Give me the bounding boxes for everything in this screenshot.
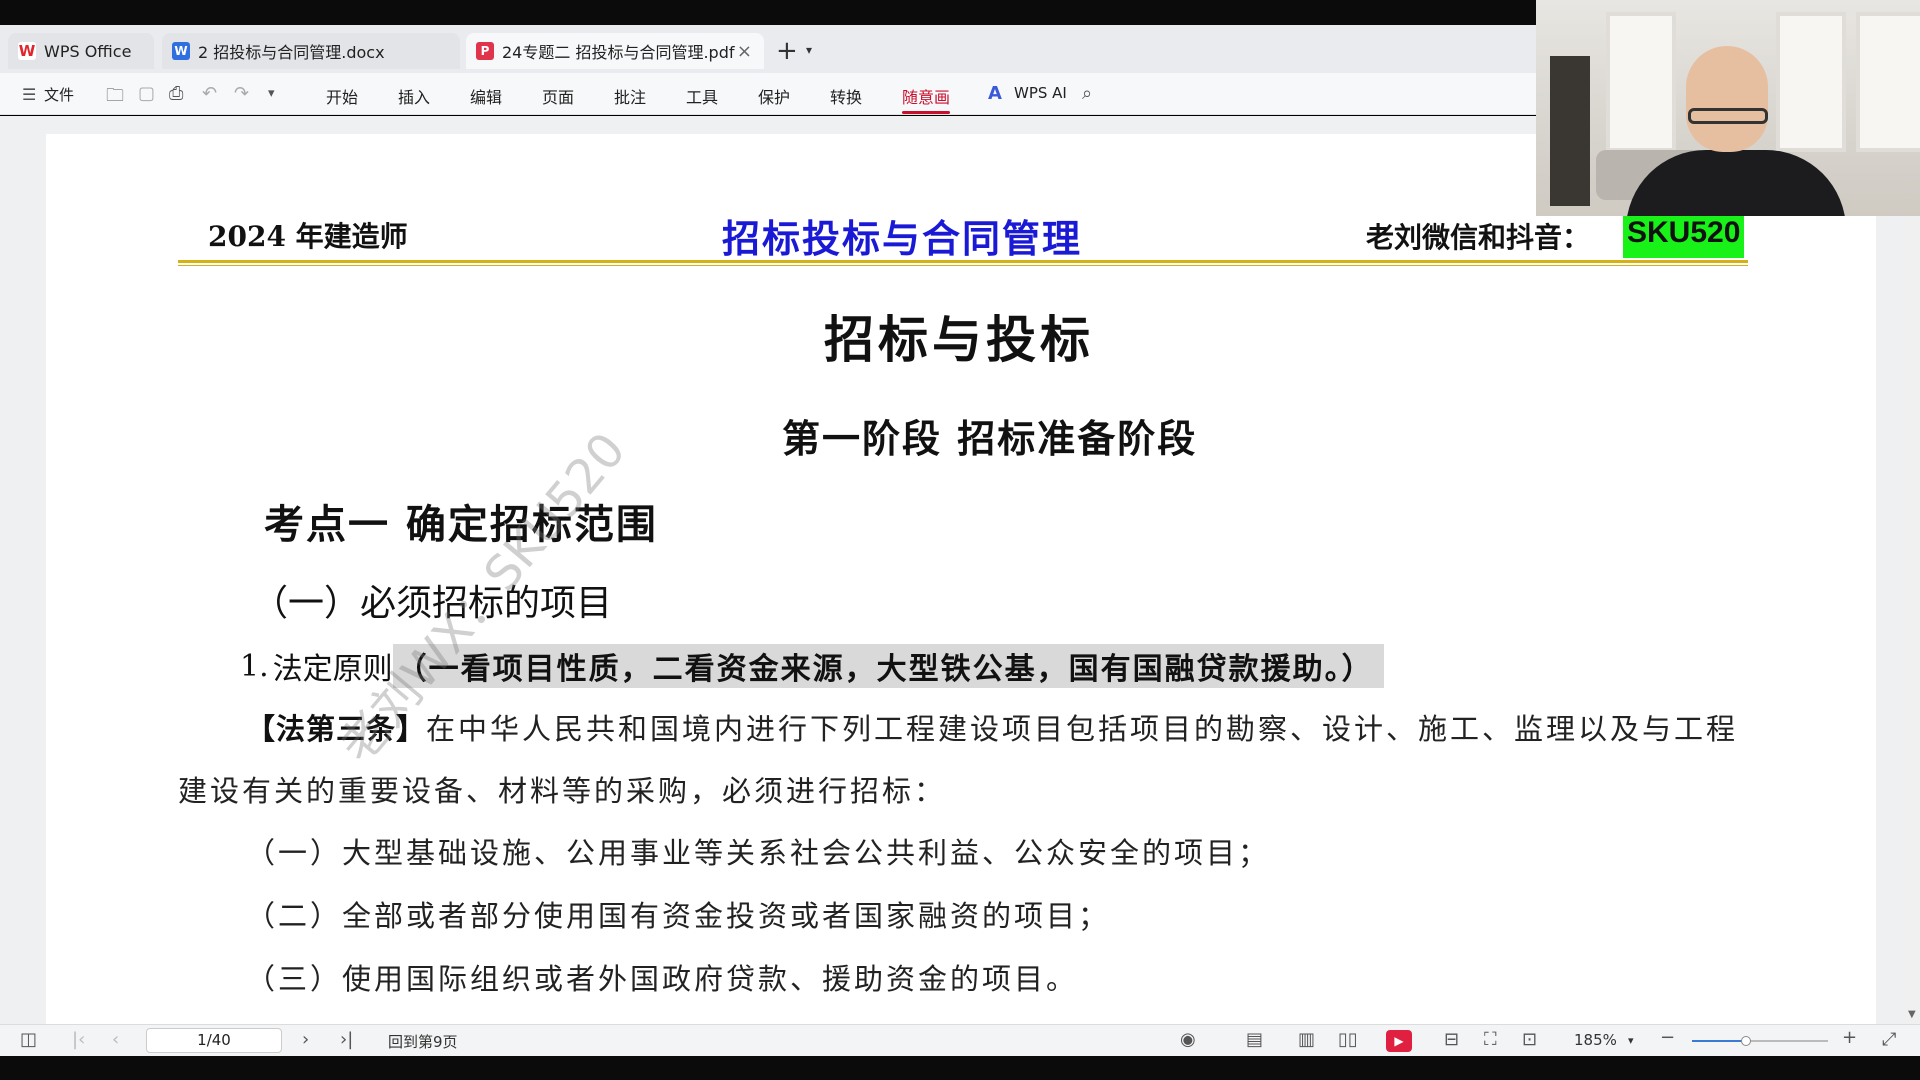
menu-annotate[interactable]: 批注 [614,84,646,108]
pdf-doc-icon: P [476,42,494,60]
first-page-icon[interactable]: |‹ [72,1029,85,1050]
word-doc-icon: W [172,42,190,60]
article-line-2: 建设有关的重要设备、材料等的采购，必须进行招标： [178,774,947,808]
hamburger-icon[interactable]: ☰ [22,85,36,104]
page-indicator[interactable]: 1/40 [146,1028,282,1053]
menu-start[interactable]: 开始 [326,84,358,108]
article-text-1: 在中华人民共和国境内进行下列工程建设项目包括项目的勘察、设计、施工、监理以及与工… [426,712,1739,746]
chevron-down-icon[interactable]: ▾ [1628,1034,1634,1047]
close-icon[interactable]: × [737,41,752,62]
tab-label: 2 招投标与合同管理.docx [198,43,385,62]
list-item: （三）使用国际组织或者外国政府贷款、援助资金的项目。 [246,962,1079,996]
tab-label: WPS Office [44,41,132,61]
menu-tools[interactable]: 工具 [686,84,718,108]
header-title: 招标投标与合同管理 [722,216,1083,261]
status-bar: ◫ |‹ ‹ 1/40 › ›| 回到第9页 ◉ ▤ ▥ ▯▯ ▶ ⊟ ⛶ ⊡ … [0,1024,1920,1056]
list-item: （一）大型基础设施、公用事业等关系社会公共利益、公众安全的项目； [246,836,1271,870]
presenter-head [1686,46,1768,152]
fullscreen-icon[interactable]: ⤢ [1882,1029,1896,1050]
rule-highlight: （一看项目性质，二看资金来源，大型铁公基，国有国融贷款援助。） [392,644,1384,688]
folder-icon[interactable]: 🗀 [106,83,124,113]
save-icon[interactable]: ▢ [138,83,155,104]
wps-ai-icon: A [988,83,1002,104]
presenter-glasses [1688,108,1768,124]
background-window [1776,12,1846,152]
header-rule-thin [178,265,1748,266]
single-page-icon[interactable]: ▤ [1246,1029,1263,1050]
redo-icon[interactable]: ↷ [234,83,249,104]
fit-width-icon[interactable]: ⊟ [1444,1029,1459,1050]
bottom-black-bar [0,1056,1920,1080]
menu-convert[interactable]: 转换 [830,84,862,108]
zoom-out-icon[interactable]: − [1660,1027,1675,1048]
undo-icon[interactable]: ↶ [202,83,217,104]
zoom-slider-handle[interactable] [1741,1036,1752,1046]
stage-heading: 第一阶段 招标准备阶段 [782,416,1198,461]
tab-wps-office[interactable]: W WPS Office [8,33,154,69]
chevron-down-icon[interactable]: ▾ [806,43,812,57]
header-code: SKU520 [1623,214,1745,258]
menu-edit[interactable]: 编辑 [470,84,502,108]
fit-page-icon[interactable]: ⛶ [1484,1029,1497,1050]
last-page-icon[interactable]: ›| [340,1029,353,1050]
zoom-slider[interactable] [1692,1036,1828,1046]
menu-freehand[interactable]: 随意画 [902,84,951,114]
zoom-level[interactable]: 185% [1574,1031,1617,1049]
zoom-slider-fill [1692,1040,1747,1042]
tab-pdf[interactable]: P 24专题二 招投标与合同管理.pdf × [466,33,764,69]
vertical-scrollbar[interactable]: ▼ [1904,116,1920,1024]
rule-number: 1. [240,648,269,684]
tab-label: 24专题二 招投标与合同管理.pdf [502,43,735,62]
search-icon[interactable]: ⌕ [1082,83,1092,104]
webcam-overlay [1536,0,1920,216]
continuous-page-icon[interactable]: ▥ [1298,1029,1315,1050]
two-page-icon[interactable]: ▯▯ [1338,1029,1358,1050]
menu-page[interactable]: 页面 [542,84,574,108]
wps-ai-button[interactable]: WPS AI [1014,84,1067,102]
list-item: （二）全部或者部分使用国有资金投资或者国家融资的项目； [246,899,1111,933]
bookmark-view-icon[interactable]: ⊡ [1522,1029,1537,1050]
wps-logo-icon: W [18,42,36,60]
document-title: 招标与投标 [824,310,1094,369]
sidebar-toggle-icon[interactable]: ◫ [20,1029,37,1050]
file-menu[interactable]: 文件 [44,84,74,105]
scroll-down-icon[interactable]: ▼ [1908,1009,1916,1020]
print-icon[interactable]: ⎙ [169,83,183,104]
background-shelf [1550,56,1590,206]
background-window [1856,12,1920,152]
tab-docx[interactable]: W 2 招投标与合同管理.docx [162,33,460,69]
background-window [1606,12,1676,152]
header-contact: 老刘微信和抖音： [1366,221,1591,254]
next-page-icon[interactable]: › [302,1029,309,1050]
zoom-in-icon[interactable]: + [1842,1027,1857,1048]
menu-protect[interactable]: 保护 [758,84,790,108]
eye-icon[interactable]: ◉ [1180,1029,1196,1050]
chevron-down-icon[interactable]: ▾ [268,86,275,101]
play-icon[interactable]: ▶ [1386,1030,1412,1052]
prev-page-icon[interactable]: ‹ [112,1029,119,1050]
article-line-1: 【法第三条】在中华人民共和国境内进行下列工程建设项目包括项目的勘察、设计、施工、… [246,706,1738,748]
back-to-page-link[interactable]: 回到第9页 [388,1031,458,1052]
add-tab-icon[interactable]: + [776,38,798,64]
header-rule [178,260,1748,263]
header-left: 2024 年建造师 [208,220,408,253]
menu-insert[interactable]: 插入 [398,84,430,108]
